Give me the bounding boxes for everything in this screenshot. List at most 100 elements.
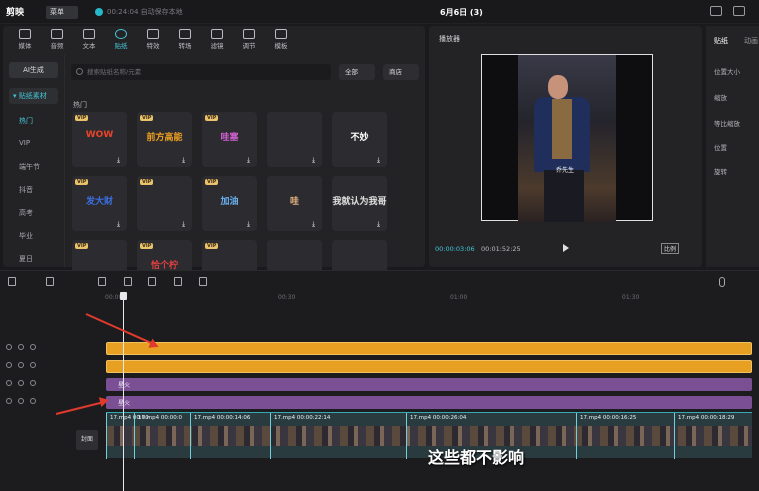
download-icon[interactable]: ⤓ [182, 221, 189, 228]
title-bar: 剪映 菜单 00:24:04 自动保存本地 6月6日 (3) [0, 0, 759, 24]
track-controls[interactable] [6, 361, 66, 373]
playhead[interactable] [123, 293, 124, 491]
tool-sticker[interactable]: 贴纸 [105, 26, 137, 52]
lock-icon[interactable] [18, 398, 24, 404]
ratio-button[interactable]: 比例 [661, 243, 680, 254]
delete-icon[interactable] [174, 277, 182, 286]
track-controls[interactable] [6, 397, 66, 409]
video-segment[interactable]: 17.mp4 00:00 [106, 413, 149, 459]
split-icon[interactable] [98, 277, 106, 286]
tool-filter[interactable]: 滤镜 [201, 26, 233, 52]
split-left-icon[interactable] [124, 277, 132, 286]
store-button[interactable]: 商店 [383, 64, 419, 80]
select-tool-icon[interactable] [8, 277, 16, 286]
video-segment[interactable]: 17.mp4 00:00:26:04 [406, 413, 466, 459]
download-icon[interactable]: ⤓ [377, 221, 384, 228]
ai-generate-button[interactable]: AI生成 [9, 62, 58, 78]
video-caption: 乔先生 [556, 167, 575, 174]
sticker-item[interactable]: 哇 ⤓ [267, 176, 322, 231]
search-icon [76, 68, 83, 75]
sticker-item[interactable]: VIP WOW ⤓ [72, 112, 127, 167]
keyboard-icon[interactable] [710, 6, 722, 16]
section-title: 热门 [73, 101, 87, 109]
track-controls[interactable] [6, 343, 66, 355]
sticker-item[interactable]: VIP 哇塞 ⤓ [202, 112, 257, 167]
tool-label: 贴纸 [114, 42, 128, 50]
sidebar-item[interactable]: 抖音 [19, 185, 33, 195]
sticker-clip[interactable] [106, 360, 752, 373]
cover-button[interactable]: 封面 [76, 430, 98, 450]
timeline-panel: 00:00 00:30 01:00 01:30 星火 星火 封面 17.mp4 00:0… [0, 270, 759, 491]
download-icon[interactable]: ⤓ [247, 221, 254, 228]
video-segment[interactable]: 17.mp4 00:00:16:25 [576, 413, 636, 459]
layout-icon[interactable] [733, 6, 745, 16]
tool-adjust[interactable]: 调节 [233, 26, 265, 52]
download-icon[interactable]: ⤓ [117, 221, 124, 228]
download-icon[interactable]: ⤓ [312, 157, 319, 164]
sticker-item[interactable]: VIP 前方高能 ⤓ [137, 112, 192, 167]
filter-button[interactable]: 全部 [339, 64, 375, 80]
tool-transition[interactable]: 转场 [169, 26, 201, 52]
undo-icon[interactable] [46, 277, 54, 286]
video-segment[interactable]: 17.mp4 00:00:0 [134, 413, 182, 459]
sticker-item[interactable]: VIP 加油 ⤓ [202, 176, 257, 231]
sidebar-item[interactable]: 热门 [19, 116, 33, 126]
time-ruler[interactable]: 00:00 00:30 01:00 01:30 [100, 293, 759, 305]
download-icon[interactable]: ⤓ [312, 221, 319, 228]
tool-effects[interactable]: 特效 [137, 26, 169, 52]
effect-clip[interactable]: 星火 [106, 378, 752, 391]
lock-icon[interactable] [18, 380, 24, 386]
app-logo: 剪映 [6, 8, 25, 18]
sticker-item[interactable]: VIP 发大财 ⤓ [72, 176, 127, 231]
mirror-icon[interactable] [199, 277, 207, 286]
sticker-item[interactable]: 不妙 ⤓ [332, 112, 387, 167]
download-icon[interactable]: ⤓ [247, 157, 254, 164]
download-icon[interactable]: ⤓ [182, 157, 189, 164]
menu-button[interactable]: 菜单 [46, 6, 78, 19]
segment-label: 17.mp4 00:00:22:14 [274, 415, 331, 421]
download-icon[interactable]: ⤓ [377, 157, 384, 164]
sticker-item[interactable]: ⤓ [267, 112, 322, 167]
tab-sticker[interactable]: 贴纸 [714, 36, 728, 46]
tool-template[interactable]: 模板 [265, 26, 297, 52]
eye-icon[interactable] [30, 398, 36, 404]
sticker-item[interactable]: VIP ⤓ [137, 176, 192, 231]
sticker-item[interactable]: 我就认为我哥 ⤓ [332, 176, 387, 231]
sidebar-item[interactable]: 毕业 [19, 231, 33, 241]
tool-label: 滤镜 [210, 42, 224, 50]
tab-animation[interactable]: 动画 [744, 36, 758, 46]
effect-clip[interactable]: 星火 [106, 396, 752, 409]
sticker-clip[interactable] [106, 342, 752, 355]
property-row: 位置大小 [714, 68, 740, 76]
lock-icon[interactable] [18, 362, 24, 368]
download-icon[interactable]: ⤓ [117, 157, 124, 164]
sidebar-item[interactable]: 夏日 [19, 254, 33, 264]
playhead-handle[interactable] [120, 292, 127, 300]
tool-label: 特效 [146, 42, 160, 50]
tool-label: 音频 [50, 42, 64, 50]
eye-icon[interactable] [30, 362, 36, 368]
template-icon [275, 29, 287, 39]
microphone-icon[interactable] [719, 277, 725, 287]
eye-icon[interactable] [30, 380, 36, 386]
property-row: 等比缩放 [714, 120, 740, 128]
sidebar-item[interactable]: 端午节 [19, 162, 40, 172]
sidebar-item[interactable]: 高考 [19, 208, 33, 218]
track-controls[interactable] [6, 379, 66, 391]
search-input[interactable]: 搜索贴纸名称/元素 [71, 64, 331, 80]
video-segment[interactable]: 17.mp4 00:00:18:29 [674, 413, 734, 459]
play-icon[interactable] [563, 244, 569, 252]
sticker-icon [115, 29, 127, 39]
video-segment[interactable]: 17.mp4 00:00:22:14 [270, 413, 330, 459]
video-segment[interactable]: 17.mp4 00:00:14:06 [190, 413, 250, 459]
sidebar-item[interactable]: VIP [19, 139, 30, 147]
eye-icon[interactable] [30, 344, 36, 350]
tool-media[interactable]: 媒体 [9, 26, 41, 52]
tool-audio[interactable]: 音频 [41, 26, 73, 52]
lock-icon[interactable] [18, 344, 24, 350]
tool-text[interactable]: 文本 [73, 26, 105, 52]
video-frame[interactable]: 乔先生 [481, 54, 653, 222]
sticker-category[interactable]: ▾ 贴纸素材 [9, 88, 58, 104]
media-panel: 媒体 音频 文本 贴纸 特效 转场 滤镜 调节 模板 AI生成 ▾ 贴纸素材 热门 VIP 端午节抖… [3, 26, 425, 295]
split-right-icon[interactable] [148, 277, 156, 286]
